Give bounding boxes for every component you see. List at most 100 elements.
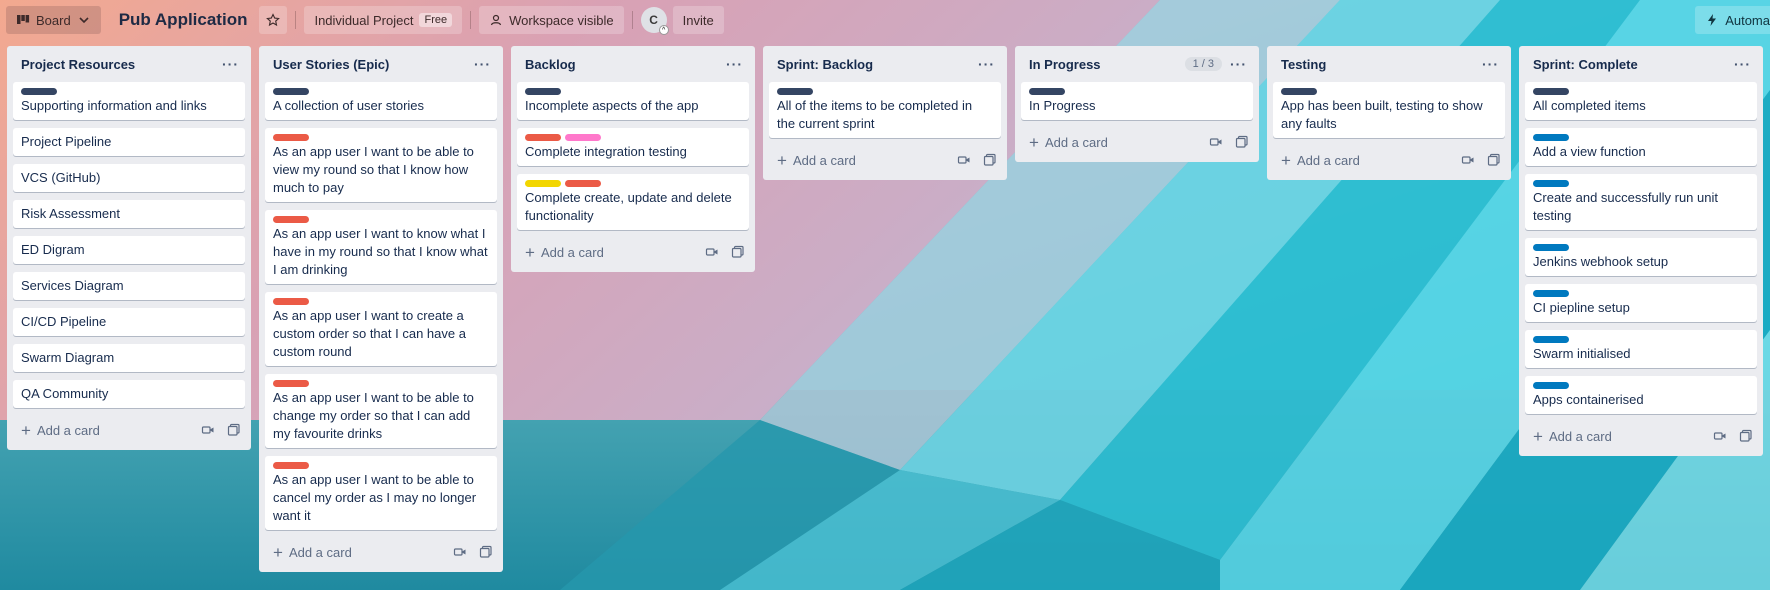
card[interactable]: Risk Assessment: [13, 200, 245, 228]
card[interactable]: CI/CD Pipeline: [13, 308, 245, 336]
card[interactable]: Incomplete aspects of the app: [517, 82, 749, 120]
workspace-button[interactable]: Individual Project Free: [304, 6, 463, 34]
add-card-button[interactable]: + Add a card: [1533, 428, 1612, 445]
card[interactable]: App has been built, testing to show any …: [1273, 82, 1505, 138]
card[interactable]: VCS (GitHub): [13, 164, 245, 192]
list-3[interactable]: Sprint: Backlog ··· All of the items to …: [763, 46, 1007, 180]
list-header[interactable]: Testing ···: [1273, 46, 1505, 82]
card-label-red[interactable]: [273, 298, 309, 305]
list-menu-icon[interactable]: ···: [1230, 57, 1247, 71]
card-label-red[interactable]: [273, 134, 309, 141]
list-title[interactable]: Testing: [1281, 57, 1326, 72]
member-avatar[interactable]: C ^: [640, 7, 669, 35]
card[interactable]: CI piepline setup: [1525, 284, 1757, 322]
automation-button[interactable]: Automa: [1695, 6, 1770, 34]
video-icon[interactable]: [201, 423, 215, 437]
card-label-dark[interactable]: [1281, 88, 1317, 95]
card[interactable]: In Progress: [1021, 82, 1253, 120]
card[interactable]: A collection of user stories: [265, 82, 497, 120]
list-menu-icon[interactable]: ···: [978, 57, 995, 71]
card[interactable]: Complete create, update and delete funct…: [517, 174, 749, 230]
star-button[interactable]: [259, 6, 288, 34]
add-card-button[interactable]: + Add a card: [1029, 134, 1108, 151]
list-header[interactable]: In Progress 1 / 3 ···: [1021, 46, 1253, 82]
card-label-dark[interactable]: [273, 88, 309, 95]
video-icon[interactable]: [1713, 429, 1727, 443]
list-title[interactable]: User Stories (Epic): [273, 57, 389, 72]
card-label-blue[interactable]: [1533, 134, 1569, 141]
list-title[interactable]: Project Resources: [21, 57, 135, 72]
board-view-switcher[interactable]: Board: [6, 6, 101, 34]
add-card-button[interactable]: + Add a card: [21, 422, 100, 439]
list-header[interactable]: Sprint: Backlog ···: [769, 46, 1001, 82]
card[interactable]: As an app user I want to be able to canc…: [265, 456, 497, 530]
card-label-dark[interactable]: [1029, 88, 1065, 95]
board-title[interactable]: Pub Application: [119, 10, 248, 30]
card-label-dark[interactable]: [777, 88, 813, 95]
video-icon[interactable]: [957, 153, 971, 167]
card-label-red[interactable]: [565, 180, 601, 187]
list-header[interactable]: Sprint: Complete ···: [1525, 46, 1757, 82]
card-label-blue[interactable]: [1533, 290, 1569, 297]
card[interactable]: As an app user I want to be able to chan…: [265, 374, 497, 448]
card[interactable]: QA Community: [13, 380, 245, 408]
list-menu-icon[interactable]: ···: [222, 57, 239, 71]
visibility-button[interactable]: Workspace visible: [479, 6, 624, 34]
card-label-blue[interactable]: [1533, 382, 1569, 389]
list-menu-icon[interactable]: ···: [474, 57, 491, 71]
card-label-pink[interactable]: [565, 134, 601, 141]
invite-button[interactable]: Invite: [672, 6, 724, 34]
card[interactable]: As an app user I want to know what I hav…: [265, 210, 497, 284]
card-label-yellow[interactable]: [525, 180, 561, 187]
card[interactable]: ED Digram: [13, 236, 245, 264]
card-label-blue[interactable]: [1533, 180, 1569, 187]
card-label-red[interactable]: [273, 380, 309, 387]
list-menu-icon[interactable]: ···: [1482, 57, 1499, 71]
list-menu-icon[interactable]: ···: [726, 57, 743, 71]
add-card-button[interactable]: + Add a card: [525, 244, 604, 261]
card-label-dark[interactable]: [21, 88, 57, 95]
list-header[interactable]: Backlog ···: [517, 46, 749, 82]
create-from-template-icon[interactable]: [983, 153, 997, 167]
list-1[interactable]: User Stories (Epic) ··· A collection of …: [259, 46, 503, 572]
card-label-red[interactable]: [273, 462, 309, 469]
card-label-red[interactable]: [525, 134, 561, 141]
list-5[interactable]: Testing ··· App has been built, testing …: [1267, 46, 1511, 180]
card-label-red[interactable]: [273, 216, 309, 223]
card-label-dark[interactable]: [1533, 88, 1569, 95]
card[interactable]: Services Diagram: [13, 272, 245, 300]
card[interactable]: Swarm initialised: [1525, 330, 1757, 368]
list-0[interactable]: Project Resources ··· Supporting informa…: [7, 46, 251, 450]
list-title[interactable]: Backlog: [525, 57, 576, 72]
create-from-template-icon[interactable]: [227, 423, 241, 437]
create-from-template-icon[interactable]: [1487, 153, 1501, 167]
list-title[interactable]: Sprint: Complete: [1533, 57, 1638, 72]
create-from-template-icon[interactable]: [731, 245, 745, 259]
card[interactable]: Project Pipeline: [13, 128, 245, 156]
list-header[interactable]: Project Resources ···: [13, 46, 245, 82]
add-card-button[interactable]: + Add a card: [777, 152, 856, 169]
card[interactable]: All of the items to be completed in the …: [769, 82, 1001, 138]
video-icon[interactable]: [1209, 135, 1223, 149]
card-label-dark[interactable]: [525, 88, 561, 95]
list-2[interactable]: Backlog ··· Incomplete aspects of the ap…: [511, 46, 755, 272]
list-6[interactable]: Sprint: Complete ··· All completed items…: [1519, 46, 1763, 456]
create-from-template-icon[interactable]: [479, 545, 493, 559]
list-menu-icon[interactable]: ···: [1734, 57, 1751, 71]
video-icon[interactable]: [453, 545, 467, 559]
video-icon[interactable]: [705, 245, 719, 259]
list-4[interactable]: In Progress 1 / 3 ··· In Progress + Add …: [1015, 46, 1259, 162]
card[interactable]: As an app user I want to be able to view…: [265, 128, 497, 202]
card[interactable]: All completed items: [1525, 82, 1757, 120]
card[interactable]: As an app user I want to create a custom…: [265, 292, 497, 366]
add-card-button[interactable]: + Add a card: [273, 544, 352, 561]
list-header[interactable]: User Stories (Epic) ···: [265, 46, 497, 82]
card[interactable]: Jenkins webhook setup: [1525, 238, 1757, 276]
card[interactable]: Supporting information and links: [13, 82, 245, 120]
card-label-blue[interactable]: [1533, 336, 1569, 343]
card[interactable]: Complete integration testing: [517, 128, 749, 166]
card[interactable]: Add a view function: [1525, 128, 1757, 166]
video-icon[interactable]: [1461, 153, 1475, 167]
list-title[interactable]: In Progress: [1029, 57, 1101, 72]
list-title[interactable]: Sprint: Backlog: [777, 57, 873, 72]
